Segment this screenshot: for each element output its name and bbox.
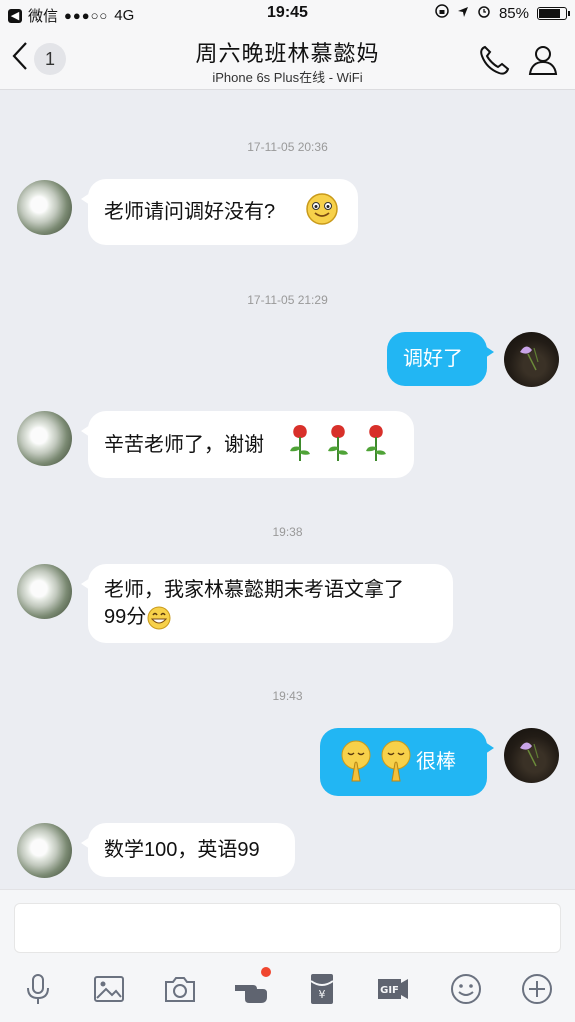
status-bar: ◀ 微信 ●●●○○ 4G 19:45 85% — [0, 0, 575, 28]
message-bubble-incoming[interactable]: 老师请问调好没有? — [81, 179, 358, 245]
message-list[interactable]: 17-11-05 20:36 老师请问调好没有? 17-11-05 21:29 … — [0, 91, 575, 889]
rose-emoji-icon — [366, 425, 386, 461]
message-timestamp: 19:43 — [272, 689, 303, 703]
profile-icon[interactable] — [525, 42, 561, 83]
praying-emoji-icon — [341, 740, 371, 782]
contact-avatar[interactable] — [17, 564, 72, 619]
poke-icon[interactable] — [233, 967, 271, 1007]
message-timestamp: 17-11-05 21:29 — [247, 293, 328, 307]
input-toolbar: ¥ GIF — [0, 965, 575, 1015]
message-timestamp: 17-11-05 20:36 — [247, 140, 328, 154]
alarm-icon — [477, 4, 491, 22]
svg-text:GIF: GIF — [380, 985, 399, 996]
message-text: 调好了 — [403, 348, 463, 370]
message-text: 数学100，英语99 — [104, 839, 260, 861]
my-avatar[interactable] — [504, 728, 559, 783]
message-bubble-incoming[interactable]: 老师，我家林慕懿期末考语文拿了 99分 — [81, 564, 453, 643]
battery-icon — [537, 6, 570, 20]
image-icon[interactable] — [91, 971, 127, 1007]
svg-text:¥: ¥ — [319, 988, 326, 1001]
message-text: 老师请问调好没有? — [104, 201, 276, 223]
phone-call-icon[interactable] — [476, 42, 512, 83]
contact-avatar[interactable] — [17, 411, 72, 466]
message-bubble-incoming[interactable]: 辛苦老师了，谢谢 — [81, 411, 414, 478]
message-text-line: 老师，我家林慕懿期末考语文拿了 — [104, 579, 404, 601]
flower-avatar-image — [520, 346, 539, 371]
message-text: 辛苦老师了，谢谢 — [104, 434, 264, 456]
contact-avatar[interactable] — [17, 823, 72, 878]
chat-header: 1 周六晚班林慕懿妈 iPhone 6s Plus在线 - WiFi — [0, 28, 575, 90]
praying-emoji-icon — [381, 740, 411, 782]
message-bubble-outgoing[interactable]: 调好了 — [387, 332, 494, 386]
camera-icon[interactable] — [162, 971, 198, 1007]
flower-avatar-image — [520, 742, 539, 767]
message-text: 很棒 — [416, 751, 456, 773]
input-panel: ¥ GIF — [0, 889, 575, 1022]
emoji-icon[interactable] — [448, 971, 484, 1007]
location-icon — [457, 5, 469, 22]
smile-emoji-icon — [305, 192, 339, 234]
message-bubble-incoming[interactable]: 数学100，英语99 — [81, 823, 295, 877]
new-badge-dot — [261, 967, 271, 977]
rose-emoji-icon — [290, 425, 310, 461]
message-timestamp: 19:38 — [272, 525, 303, 539]
rose-emoji-icon — [328, 425, 348, 461]
my-avatar[interactable] — [504, 332, 559, 387]
rotation-lock-icon — [435, 4, 449, 22]
gif-icon[interactable]: GIF — [375, 971, 411, 1007]
grin-emoji-icon — [147, 606, 171, 629]
message-input[interactable] — [14, 903, 561, 953]
battery-percentage: 85% — [498, 4, 529, 22]
message-bubble-outgoing[interactable]: 很棒 — [320, 728, 494, 796]
microphone-icon[interactable] — [20, 971, 56, 1007]
plus-icon[interactable] — [519, 971, 555, 1007]
contact-avatar[interactable] — [17, 180, 72, 235]
red-packet-icon[interactable]: ¥ — [304, 971, 340, 1007]
message-text-line: 99分 — [104, 606, 147, 628]
